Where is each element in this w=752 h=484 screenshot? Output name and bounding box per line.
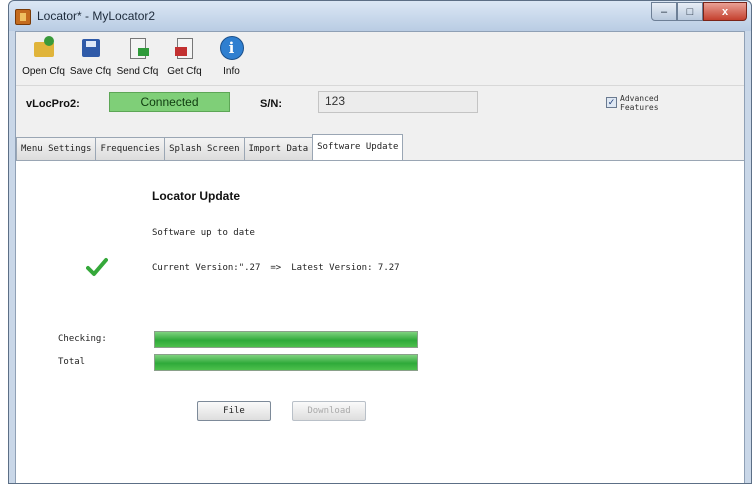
toolbar: Open Cfq Save Cfq Send Cfq Get Cfq Info xyxy=(16,32,744,86)
save-config-label: Save Cfq xyxy=(69,66,112,77)
advanced-features-label-line1: Advanced xyxy=(620,94,659,103)
app-icon xyxy=(15,9,31,25)
version-info: Current Version:".27 => Latest Version: … xyxy=(152,263,400,273)
tab-import-data[interactable]: Import Data xyxy=(243,137,314,160)
connection-status-badge: Connected xyxy=(109,92,230,112)
advanced-features-label-line2: Features xyxy=(620,103,659,112)
maximize-button[interactable]: □ xyxy=(677,2,703,21)
device-label: vLocPro2: xyxy=(26,98,80,110)
open-folder-icon xyxy=(32,36,56,60)
checking-progress-bar xyxy=(154,331,418,348)
minimize-button[interactable]: – xyxy=(651,2,677,21)
software-update-panel: Locator Update Software up to date Curre… xyxy=(16,161,744,483)
save-config-button[interactable]: Save Cfq xyxy=(67,32,114,82)
update-status-text: Software up to date xyxy=(152,228,255,238)
info-icon xyxy=(219,36,244,60)
send-config-button[interactable]: Send Cfq xyxy=(114,32,161,82)
send-document-icon xyxy=(126,36,150,60)
panel-title: Locator Update xyxy=(152,189,241,203)
checkmark-icon xyxy=(86,258,108,276)
advanced-features-checkbox[interactable]: ✓ xyxy=(606,97,617,108)
app-window: Locator* - MyLocator2 – □ x Open Cfq Sav… xyxy=(8,0,752,484)
latest-version: Latest Version: 7.27 xyxy=(291,263,400,273)
title-bar[interactable]: Locator* - MyLocator2 – □ x xyxy=(9,1,751,31)
client-area: Open Cfq Save Cfq Send Cfq Get Cfq Info … xyxy=(15,31,745,483)
file-button[interactable]: File xyxy=(197,401,271,421)
total-progress-bar xyxy=(154,354,418,371)
version-arrow: => xyxy=(270,263,282,273)
download-button[interactable]: Download xyxy=(292,401,366,421)
current-version: Current Version:".27 xyxy=(152,263,261,273)
info-label: Info xyxy=(223,66,240,77)
window-title: Locator* - MyLocator2 xyxy=(37,9,156,23)
tab-splash-screen[interactable]: Splash Screen xyxy=(164,137,245,160)
tab-menu-settings[interactable]: Menu Settings xyxy=(16,137,97,160)
checking-progress-fill xyxy=(155,332,417,347)
tab-bar: Menu Settings Frequencies Splash Screen … xyxy=(16,134,744,161)
checking-label: Checking: xyxy=(58,334,107,344)
advanced-features-label: Advanced Features xyxy=(620,94,659,112)
send-config-label: Send Cfq xyxy=(116,66,159,77)
close-button[interactable]: x xyxy=(703,2,747,21)
open-config-label: Open Cfq xyxy=(22,66,65,77)
total-label: Total xyxy=(58,357,86,367)
advanced-features-toggle[interactable]: ✓ Advanced Features xyxy=(606,94,659,112)
tab-frequencies[interactable]: Frequencies xyxy=(95,137,166,160)
save-disk-icon xyxy=(79,36,103,60)
get-config-label: Get Cfq xyxy=(167,66,202,77)
serial-number-field[interactable]: 123 xyxy=(318,91,478,113)
open-config-button[interactable]: Open Cfq xyxy=(20,32,67,82)
tab-software-update[interactable]: Software Update xyxy=(312,134,404,160)
device-status-row: vLocPro2: Connected S/N: 123 ✓ Advanced … xyxy=(16,88,744,118)
info-button[interactable]: Info xyxy=(208,32,255,82)
total-progress-fill xyxy=(155,355,417,370)
window-controls: – □ x xyxy=(651,2,747,21)
serial-number-label: S/N: xyxy=(260,98,282,110)
get-document-icon xyxy=(173,36,197,60)
get-config-button[interactable]: Get Cfq xyxy=(161,32,208,82)
